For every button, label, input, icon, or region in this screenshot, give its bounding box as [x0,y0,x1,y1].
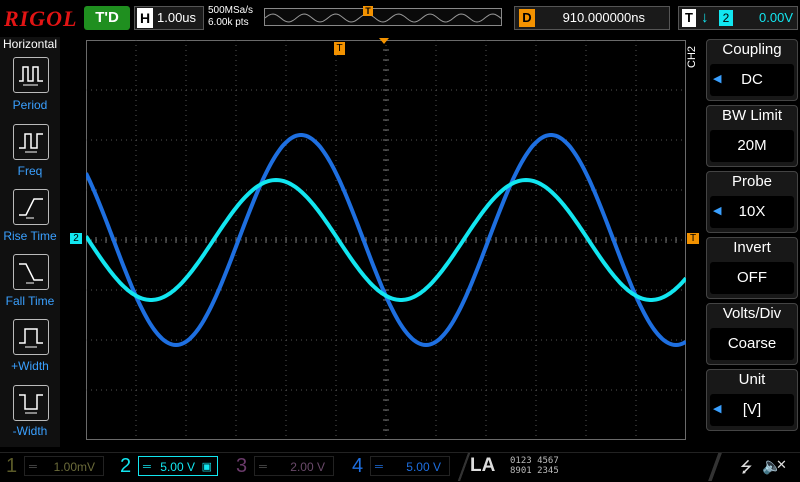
positive-width-button[interactable] [13,319,49,355]
channel-1-number[interactable]: 1 [6,455,17,478]
unit-value-box: ◀ [V] [710,394,794,426]
delay-value: 910.000000ns [562,10,645,25]
unit-title: Unit [738,371,766,388]
negative-width-label: -Width [12,424,48,438]
coupling-value: DC [741,71,763,88]
dc-coupling-icon: ═ [375,461,383,473]
probe-value-box: ◀ 10X [710,196,794,228]
negative-width-icon [19,394,43,414]
freq-button[interactable] [13,124,49,160]
channel-3-scale: 2.00 V [290,460,325,474]
coupling-value-box: ◀ DC [710,64,794,96]
invert-title: Invert [733,239,771,256]
channel-3-scale-box[interactable]: ═ 2.00 V [254,456,334,476]
channel-4-scale-box[interactable]: ═ 5.00 V [370,456,450,476]
delay-display[interactable]: D 910.000000ns [514,6,670,30]
bandwidth-limit-icon: ▣ [201,461,212,473]
logic-channels-row-2: 8901 2345 [510,466,559,476]
channel-status-bar: 1 ═ 1.00mV 2 ═ 5.00 V ▣ 3 ═ 2.00 V 4 ═ 5… [0,452,800,481]
center-time-arrow-icon [379,38,389,44]
memory-waveform-icon [265,13,502,23]
rise-time-button[interactable] [13,189,49,225]
panel-title: Horizontal [2,37,58,51]
channel-1-scale-box[interactable]: ═ 1.00mV [24,456,104,476]
timebase-value: 1.00us [157,10,197,25]
trigger-level-marker[interactable]: T [687,233,699,244]
channel-4-scale: 5.00 V [406,460,441,474]
sample-rate: 500MSa/s [208,5,254,16]
probe-menu-item[interactable]: Probe ◀ 10X [706,171,798,233]
positive-width-label: +Width [11,359,49,373]
dc-coupling-icon: ═ [259,461,267,473]
volts-div-title: Volts/Div [722,305,782,322]
unit-value: [V] [742,401,762,418]
unit-menu-item[interactable]: Unit ◀ [V] [706,369,798,431]
falling-edge-icon: ↓ [701,9,709,26]
timebase-label: H [137,8,153,28]
volts-div-menu-item[interactable]: Volts/Div Coarse [706,303,798,365]
timebase-display[interactable]: H 1.00us [134,6,204,30]
trigger-time-marker[interactable]: T [334,42,345,55]
bw-limit-menu-item[interactable]: BW Limit 20M [706,105,798,167]
brand-logo: RIGOL [4,6,78,31]
waveform-display[interactable] [86,40,686,440]
trigger-source-badge: 2 [719,10,733,26]
usb-icon: ⭍ [740,459,753,476]
rise-time-label: Rise Time [3,229,57,243]
menu-channel-label: CH2 [686,45,698,68]
logic-analyzer-label[interactable]: LA [470,455,495,477]
delay-label: D [519,9,535,27]
memory-depth: 6.00k pts [208,17,249,28]
mute-x-icon: ✕ [776,457,787,472]
probe-title: Probe [731,173,773,190]
negative-width-button[interactable] [13,385,49,421]
probe-value: 10X [738,203,766,220]
bw-limit-value: 20M [737,137,767,154]
horizontal-measure-panel: Horizontal Period Freq Rise Time Fall Ti… [0,37,60,447]
status-separator [700,453,730,481]
channel-1-scale: 1.00mV [53,460,95,474]
sampling-info: 500MSa/s 6.00k pts [208,5,253,29]
channel-2-number[interactable]: 2 [120,455,131,478]
top-status-bar: RIGOL T'D H 1.00us 500MSa/s 6.00k pts T … [0,0,800,36]
fall-time-label: Fall Time [5,294,55,308]
trigger-label: T [682,9,696,27]
trigger-position-marker: T [363,6,373,16]
channel-2-scale-box[interactable]: ═ 5.00 V ▣ [138,456,218,476]
volts-div-value-box: Coarse [710,328,794,360]
bw-limit-title: BW Limit [722,107,782,124]
dc-coupling-icon: ═ [29,461,37,473]
period-button[interactable] [13,57,49,93]
period-icon [19,66,43,86]
channel-settings-menu: Coupling ◀ DC BW Limit 20M Probe ◀ 10X I… [700,37,800,457]
dc-coupling-icon: ═ [143,461,151,473]
channel-2-offset-marker[interactable]: 2 [70,233,82,244]
fall-time-button[interactable] [13,254,49,290]
logic-channel-grid[interactable]: 0123 4567 8901 2345 [510,456,559,476]
trigger-level-value: 0.00V [759,10,793,25]
fall-time-icon [19,263,43,284]
channel-2-scale: 5.00 V [160,460,195,474]
positive-width-icon [19,328,43,348]
trigger-status-badge: T'D [84,6,130,30]
volts-div-value: Coarse [727,335,777,352]
logic-channels-row-1: 0123 4567 [510,456,559,466]
coupling-menu-item[interactable]: Coupling ◀ DC [706,39,798,101]
bw-limit-value-box: 20M [710,130,794,162]
period-label: Period [12,98,48,112]
freq-label: Freq [17,164,43,178]
channel-3-number[interactable]: 3 [236,455,247,478]
coupling-title: Coupling [722,41,782,58]
memory-window [264,8,502,26]
graticule [86,40,686,440]
freq-icon [19,133,43,153]
rise-time-icon [19,198,43,219]
invert-menu-item[interactable]: Invert OFF [706,237,798,299]
invert-value-box: OFF [710,262,794,294]
invert-value: OFF [737,269,767,286]
channel-4-number[interactable]: 4 [352,455,363,478]
trigger-display[interactable]: T ↓ 2 0.00V [678,6,798,30]
